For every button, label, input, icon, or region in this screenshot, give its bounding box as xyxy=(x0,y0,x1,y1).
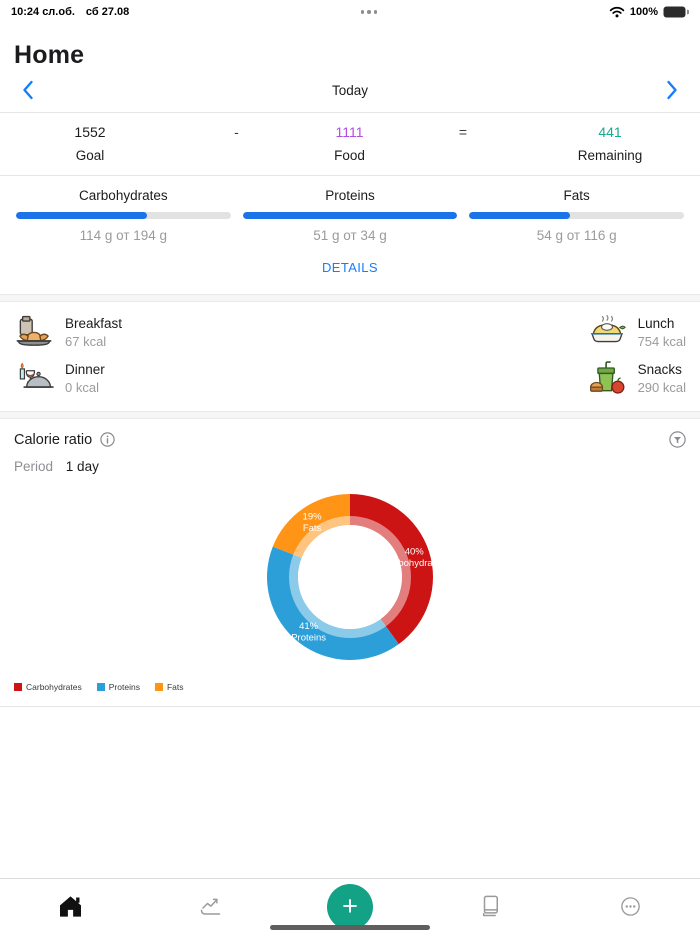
minus-operator: - xyxy=(180,124,293,163)
tab-home[interactable] xyxy=(0,879,140,934)
info-icon[interactable] xyxy=(100,432,115,447)
line-chart-icon xyxy=(197,893,224,920)
meal-breakfast[interactable]: Breakfast 67 kcal xyxy=(14,313,350,351)
legend-swatch xyxy=(97,683,105,691)
remaining-label: Remaining xyxy=(520,148,700,163)
add-button[interactable]: + xyxy=(327,884,373,930)
donut-label: 19%Fats xyxy=(303,512,323,535)
macro-carbohydrates: Carbohydrates 114 g от 194 g xyxy=(16,188,231,243)
home-icon xyxy=(57,893,84,920)
chart-legend: Carbohydrates Proteins Fats xyxy=(14,676,686,700)
legend-item-proteins: Proteins xyxy=(97,682,140,692)
details-link[interactable]: DETAILS xyxy=(322,260,378,275)
macro-proteins: Proteins 51 g от 34 g xyxy=(243,188,458,243)
calorie-ratio-donut-chart: 40%Carbohydrates41%Proteins19%Fats xyxy=(251,478,449,676)
period-label: Period xyxy=(14,459,53,474)
meal-snacks[interactable]: Snacks 290 kcal xyxy=(350,359,686,397)
legend-item-fats: Fats xyxy=(155,682,184,692)
equals-operator: = xyxy=(406,124,520,163)
battery-icon xyxy=(663,6,689,18)
carbohydrates-progress-bar xyxy=(16,212,231,219)
tab-statistics[interactable] xyxy=(140,879,280,934)
food-label: Food xyxy=(293,148,406,163)
remaining-value: 441 xyxy=(520,124,700,141)
legend-label: Proteins xyxy=(109,682,140,692)
food-cell: 1111 Food xyxy=(293,124,406,163)
calorie-ratio-card: Calorie ratio Period 1 day 40%Carbohydra… xyxy=(0,419,700,707)
more-icon xyxy=(617,893,644,920)
breakfast-icon xyxy=(14,313,54,351)
chevron-right-icon[interactable] xyxy=(666,80,678,100)
plus-icon: + xyxy=(342,893,358,920)
current-date-label[interactable]: Today xyxy=(332,83,368,98)
page-header: Home xyxy=(0,24,700,72)
fats-progress-bar xyxy=(469,212,684,219)
section-divider xyxy=(0,294,700,302)
wifi-icon xyxy=(609,6,625,18)
meal-lunch[interactable]: Lunch 754 kcal xyxy=(350,313,686,351)
status-bar: 10:24 сл.об. сб 27.08 100% xyxy=(0,0,700,24)
goal-label: Goal xyxy=(0,148,180,163)
food-value: 1111 xyxy=(293,124,406,141)
goal-cell: 1552 Goal xyxy=(0,124,180,163)
legend-swatch xyxy=(155,683,163,691)
meals-grid: Breakfast 67 kcal Lunch 754 kcal xyxy=(0,302,700,411)
legend-item-carbohydrates: Carbohydrates xyxy=(14,682,82,692)
chart-settings-icon[interactable] xyxy=(669,431,686,448)
legend-label: Fats xyxy=(167,682,184,692)
legend-label: Carbohydrates xyxy=(26,682,82,692)
page-title: Home xyxy=(14,41,686,70)
period-value[interactable]: 1 day xyxy=(66,459,99,474)
empty-area xyxy=(0,707,700,878)
section-divider xyxy=(0,411,700,419)
donut-hole xyxy=(298,525,402,629)
tab-diary[interactable] xyxy=(420,879,560,934)
tab-more[interactable] xyxy=(560,879,700,934)
legend-swatch xyxy=(14,683,22,691)
meal-dinner[interactable]: Dinner 0 kcal xyxy=(14,359,350,397)
calorie-summary: 1552 Goal - 1111 Food = 441 Remaining xyxy=(0,113,700,176)
dinner-icon xyxy=(14,359,54,397)
chevron-left-icon[interactable] xyxy=(22,80,34,100)
tab-bar: + xyxy=(0,878,700,934)
multitasking-dots-icon[interactable] xyxy=(361,10,378,14)
goal-value: 1552 xyxy=(0,124,180,141)
calorie-ratio-title: Calorie ratio xyxy=(14,432,92,448)
status-date: сб 27.08 xyxy=(86,6,129,18)
macro-progress-row: Carbohydrates 114 g от 194 g Proteins 51… xyxy=(0,176,700,243)
macro-fats: Fats 54 g от 116 g xyxy=(469,188,684,243)
date-navigation: Today xyxy=(0,72,700,113)
status-time: 10:24 сл.об. xyxy=(11,6,75,18)
remaining-cell: 441 Remaining xyxy=(520,124,700,163)
home-indicator[interactable] xyxy=(270,925,430,930)
lunch-icon xyxy=(587,313,627,351)
proteins-progress-bar xyxy=(243,212,458,219)
book-icon xyxy=(477,893,504,920)
snacks-icon xyxy=(587,359,627,397)
battery-percent: 100% xyxy=(630,6,658,18)
